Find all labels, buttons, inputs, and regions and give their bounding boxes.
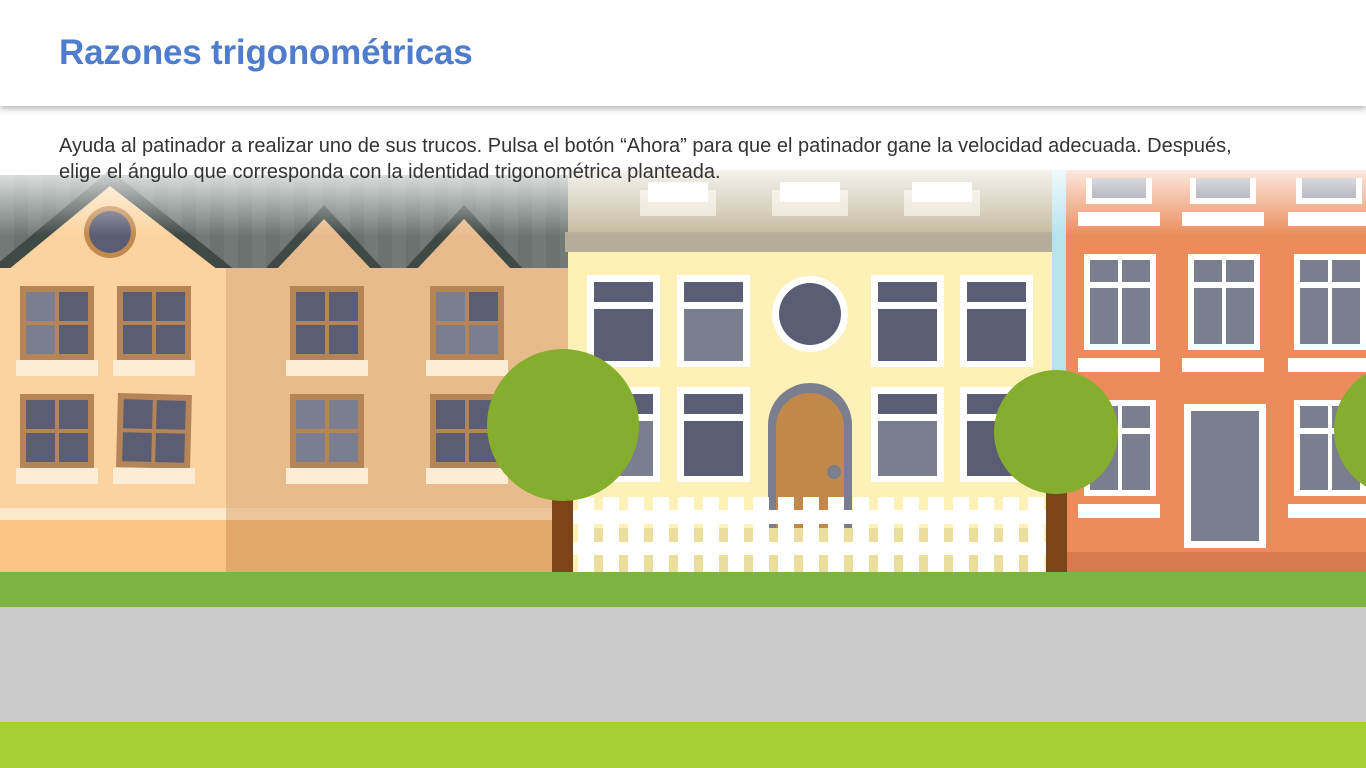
grass-strip xyxy=(0,572,1366,607)
instructions-text: Ayuda al patinador a realizar uno de sus… xyxy=(59,135,1232,183)
lower-grass xyxy=(0,722,1366,768)
page-title: Razones trigonométricas xyxy=(59,33,473,72)
road xyxy=(0,607,1366,722)
header-bar: Razones trigonométricas xyxy=(0,0,1366,106)
